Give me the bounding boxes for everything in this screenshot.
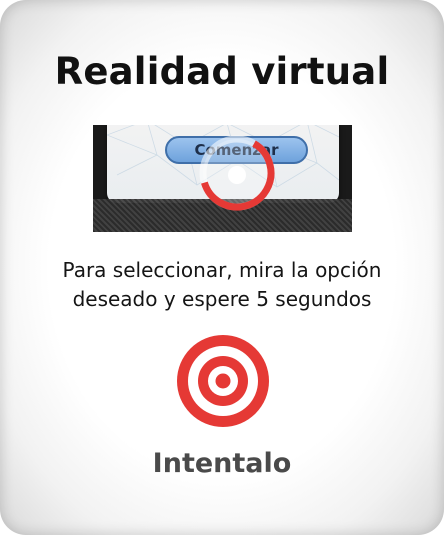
target-icon[interactable] <box>176 334 270 428</box>
vr-preview-image: Comenzar <box>93 125 352 232</box>
page-title: Realidad virtual <box>54 50 390 93</box>
instructions-line-1: Para seleccionar, mira la opción <box>62 258 382 282</box>
instructions-line-2: deseado y espere 5 segundos <box>72 287 372 311</box>
try-it-button[interactable]: Intentalo <box>0 448 444 479</box>
gaze-pointer-icon <box>228 166 246 184</box>
gaze-timer-icon <box>199 135 275 211</box>
instruction-card: Realidad virtual Comenzar Para seleccion… <box>0 0 444 535</box>
instructions-text: Para seleccionar, mira la opción deseado… <box>20 256 424 314</box>
